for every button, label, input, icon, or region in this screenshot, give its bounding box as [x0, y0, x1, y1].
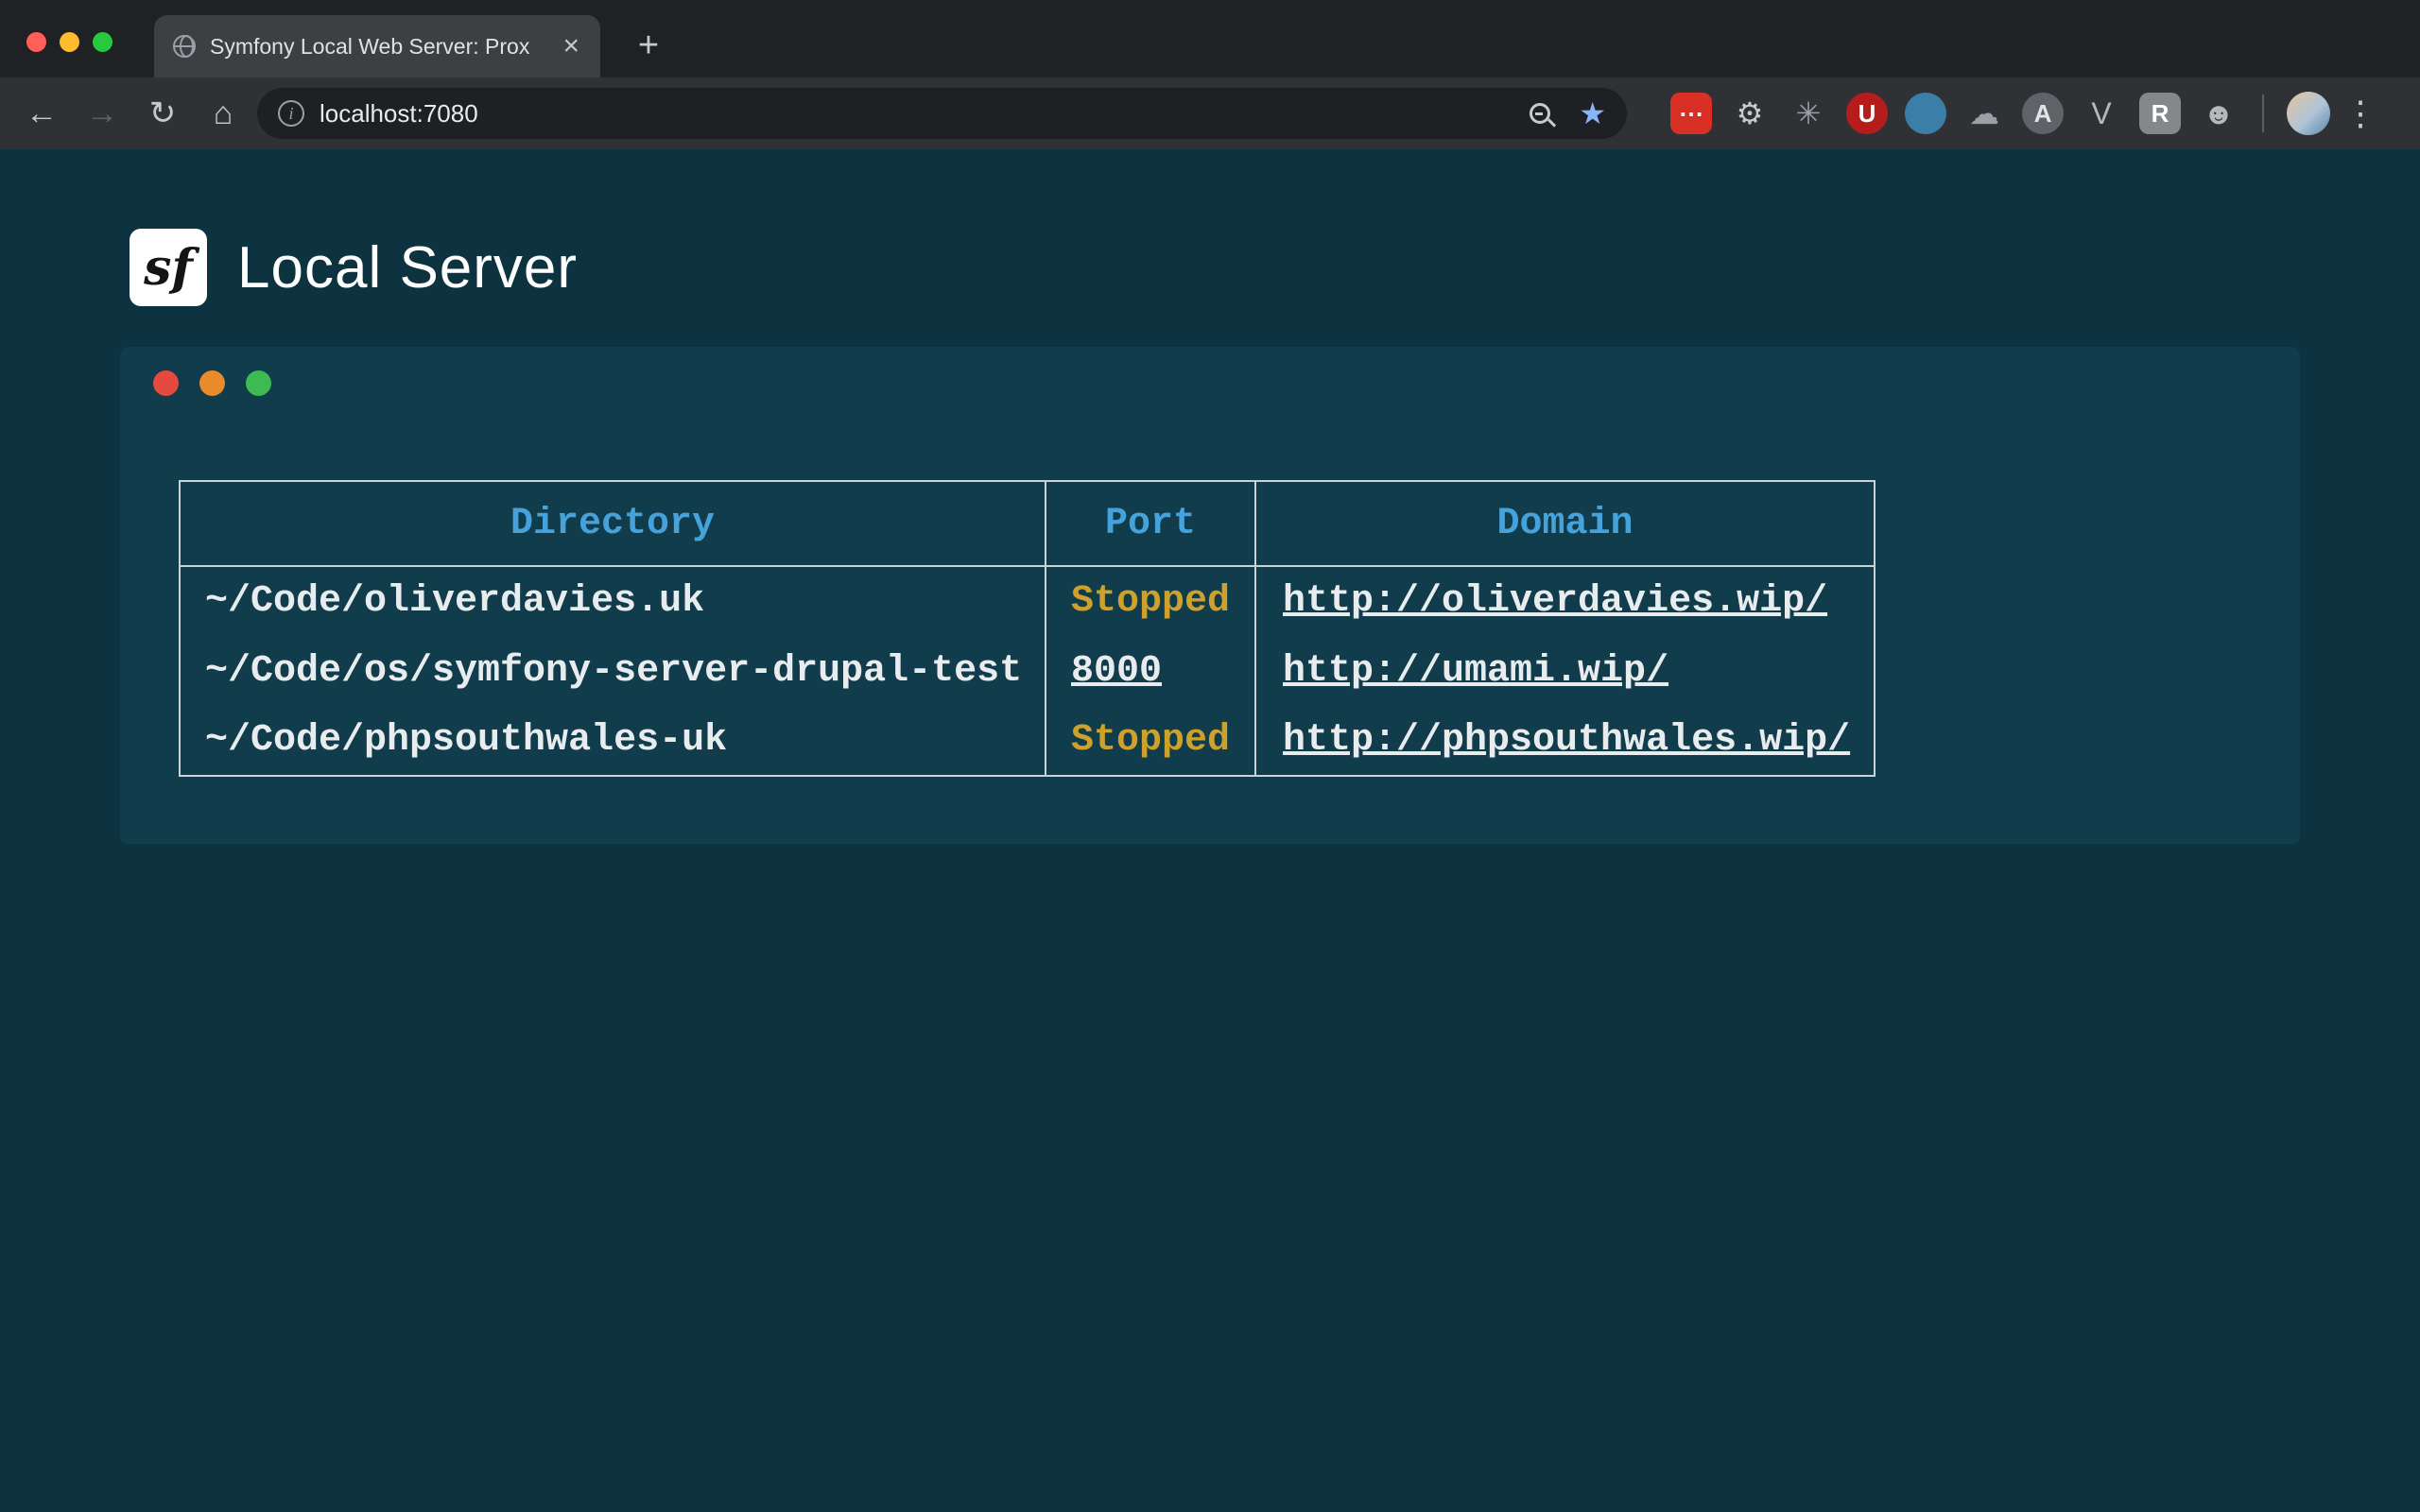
zoom-icon[interactable]: [1530, 103, 1550, 124]
port-status-stopped: Stopped: [1071, 719, 1230, 762]
domain-link[interactable]: http://oliverdavies.wip/: [1283, 580, 1827, 623]
globe-favicon-icon: [173, 35, 196, 58]
extension-icon-blue-circle[interactable]: [1905, 93, 1946, 134]
symfony-logo-text: sf: [144, 239, 193, 297]
extension-icon-cloud[interactable]: ☁: [1963, 93, 2005, 134]
directory-cell: ~/Code/os/symfony-server-drupal-test: [180, 636, 1046, 706]
domain-cell: http://phpsouthwales.wip/: [1255, 706, 1875, 776]
address-bar[interactable]: i localhost:7080 ★: [257, 88, 1627, 139]
domain-link[interactable]: http://umami.wip/: [1283, 650, 1668, 693]
browser-menu-icon[interactable]: ⋮: [2338, 94, 2383, 133]
symfony-logo: sf: [130, 229, 207, 306]
page-content: sf Local Server Directory Port Domain: [0, 149, 2420, 1512]
tab-title: Symfony Local Web Server: Prox: [210, 34, 546, 60]
brand-header: sf Local Server: [130, 229, 578, 306]
url-text[interactable]: localhost:7080: [320, 99, 1514, 129]
directory-cell: ~/Code/phpsouthwales-uk: [180, 706, 1046, 776]
window-close-button[interactable]: [26, 32, 46, 52]
tab-close-icon[interactable]: ×: [561, 32, 581, 60]
extension-icon-red-dots[interactable]: ⋯: [1670, 93, 1712, 134]
browser-toolbar: ← → ↻ ⌂ i localhost:7080 ★ ⋯ ⚙ ✳ U ☁ AVR ☻ ⋮: [0, 77, 2420, 149]
table-row: ~/Code/phpsouthwales-uk Stopped http://p…: [180, 706, 1875, 776]
extension-icon-v[interactable]: V: [2081, 93, 2122, 134]
panel-green-dot: [246, 370, 271, 396]
window-zoom-button[interactable]: [93, 32, 112, 52]
directory-cell: ~/Code/oliverdavies.uk: [180, 566, 1046, 636]
page-title: Local Server: [237, 234, 578, 301]
table-row: ~/Code/oliverdavies.uk Stopped http://ol…: [180, 566, 1875, 636]
home-button[interactable]: ⌂: [197, 87, 250, 140]
port-link[interactable]: 8000: [1071, 650, 1162, 693]
panel-orange-dot: [199, 370, 225, 396]
domain-cell: http://umami.wip/: [1255, 636, 1875, 706]
new-tab-button[interactable]: +: [624, 21, 673, 70]
extension-icon-asterisk[interactable]: ✳: [1788, 93, 1829, 134]
extension-icon-a-badge[interactable]: A: [2022, 93, 2064, 134]
domain-cell: http://oliverdavies.wip/: [1255, 566, 1875, 636]
tab-strip: Symfony Local Web Server: Prox × +: [0, 0, 2420, 77]
window-minimize-button[interactable]: [60, 32, 79, 52]
extension-icon-gear[interactable]: ⚙: [1729, 93, 1771, 134]
port-cell: Stopped: [1046, 566, 1255, 636]
domain-link[interactable]: http://phpsouthwales.wip/: [1283, 719, 1850, 762]
column-header-port: Port: [1046, 481, 1255, 566]
extension-icon-r-badge[interactable]: R: [2139, 93, 2181, 134]
servers-table-wrap: Directory Port Domain ~/Code/oliverdavie…: [179, 480, 1876, 777]
window-controls: [26, 32, 112, 52]
table-header-row: Directory Port Domain: [180, 481, 1875, 566]
server-panel: Directory Port Domain ~/Code/oliverdavie…: [120, 347, 2300, 844]
profile-avatar[interactable]: [2287, 92, 2330, 135]
back-button[interactable]: ←: [15, 87, 68, 140]
panel-red-dot: [153, 370, 179, 396]
reload-button[interactable]: ↻: [136, 87, 189, 140]
extension-icon-octocat[interactable]: ☻: [2198, 93, 2239, 134]
forward-button[interactable]: →: [76, 87, 129, 140]
site-info-icon[interactable]: i: [278, 100, 304, 127]
panel-window-dots: [153, 370, 271, 396]
extension-icon-ublock[interactable]: U: [1846, 93, 1888, 134]
port-cell: Stopped: [1046, 706, 1255, 776]
table-row: ~/Code/os/symfony-server-drupal-test 800…: [180, 636, 1875, 706]
toolbar-separator: [2262, 94, 2264, 132]
bookmark-star-icon[interactable]: ★: [1579, 98, 1606, 129]
servers-table: Directory Port Domain ~/Code/oliverdavie…: [179, 480, 1876, 777]
port-cell: 8000: [1046, 636, 1255, 706]
column-header-directory: Directory: [180, 481, 1046, 566]
browser-tab[interactable]: Symfony Local Web Server: Prox ×: [154, 15, 600, 77]
extensions-area: ⋯ ⚙ ✳ U ☁ AVR ☻: [1670, 93, 2239, 134]
column-header-domain: Domain: [1255, 481, 1875, 566]
port-status-stopped: Stopped: [1071, 580, 1230, 623]
